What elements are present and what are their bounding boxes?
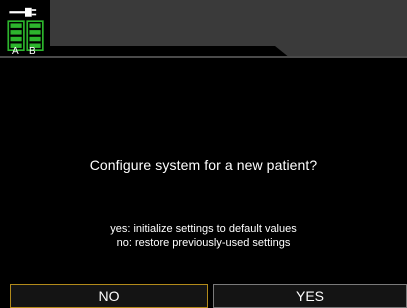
yes-button[interactable]: YES <box>213 284 407 308</box>
patient-setup-screen: A B Configure system for a new patient? … <box>0 0 407 308</box>
battery-status-panel <box>0 0 50 58</box>
status-bar-divider <box>0 56 407 58</box>
status-bar: A B <box>0 0 407 58</box>
dialog-question: Configure system for a new patient? <box>89 157 318 173</box>
info-no-text: no: restore previously-used settings <box>116 237 291 249</box>
dialog-info: yes: initialize settings to default valu… <box>0 222 407 250</box>
info-yes-text: yes: initialize settings to default valu… <box>110 223 297 235</box>
no-button[interactable]: NO <box>10 284 208 308</box>
